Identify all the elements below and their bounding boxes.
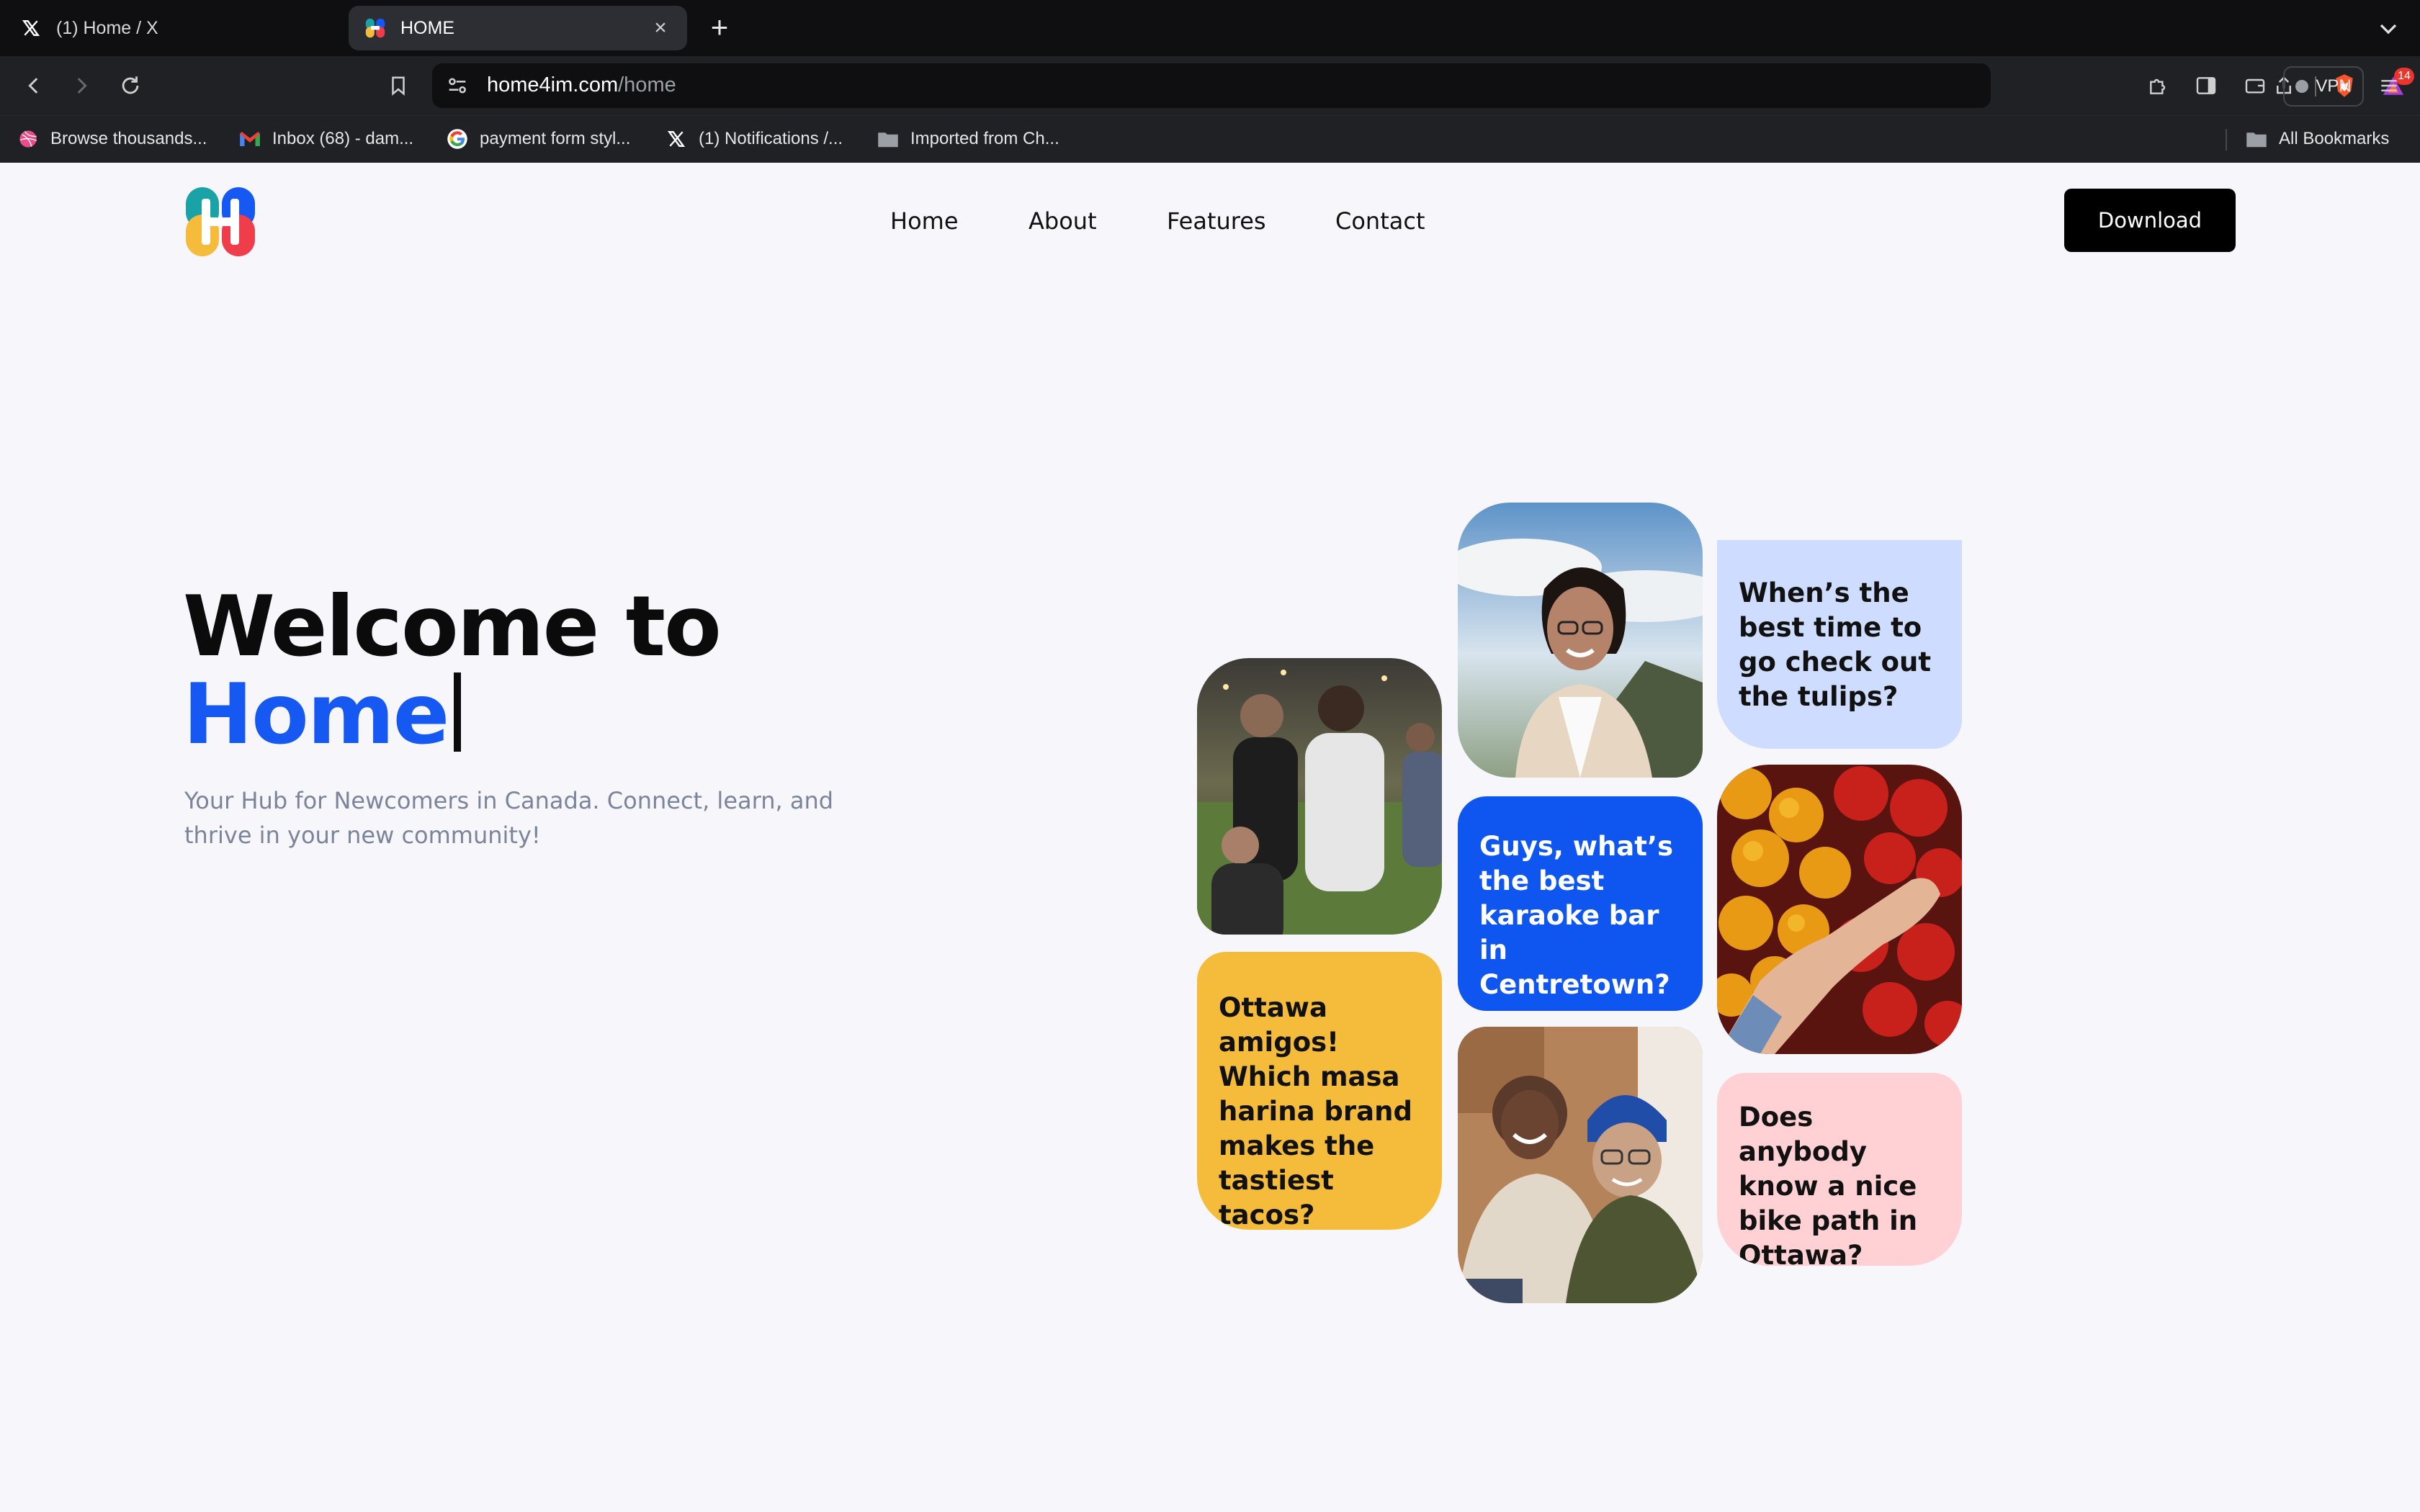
gmail-icon <box>239 128 261 150</box>
nav-home[interactable]: Home <box>890 207 959 235</box>
tab-x-home[interactable]: (1) Home / X <box>4 6 343 50</box>
group-of-friends-photo <box>1197 658 1442 935</box>
close-tab-icon[interactable]: × <box>648 16 673 40</box>
typing-cursor <box>454 672 462 752</box>
all-bookmarks-label: All Bookmarks <box>2279 129 2390 148</box>
bookmark-label: Browse thousands... <box>50 129 207 148</box>
hero-title-line1: Welcome to <box>183 578 722 675</box>
x-logo-icon <box>20 17 42 39</box>
vpn-status-icon <box>2295 80 2309 93</box>
bookmark-item[interactable]: Inbox (68) - dam... <box>239 126 413 152</box>
bookmark-folder[interactable]: Imported from Ch... <box>877 126 1059 152</box>
extensions-icon[interactable] <box>2142 69 2175 102</box>
card-tulips-question[interactable]: When’s the best time to go check out the… <box>1717 540 1962 749</box>
bookmark-label: (1) Notifications /... <box>699 129 843 148</box>
tab-home4im[interactable]: HOME × <box>349 6 687 50</box>
bookmark-item[interactable]: Browse thousands... <box>17 126 207 152</box>
card-karaoke-text: Guys, what’s the best karaoke bar in Cen… <box>1479 831 1674 1000</box>
webpage: Home About Features Contact Download Wel… <box>0 163 2420 1512</box>
folder-icon <box>877 128 899 150</box>
back-icon[interactable] <box>17 69 50 102</box>
bookmark-item[interactable]: payment form styl... <box>447 126 630 152</box>
home4im-favicon-icon <box>364 17 386 39</box>
download-button[interactable]: Download <box>2064 189 2236 252</box>
menu-icon[interactable] <box>2372 69 2406 102</box>
browser-toolbar: home4im.com/home 14 VPN <box>0 56 2420 115</box>
card-karaoke-question[interactable]: Guys, what’s the best karaoke bar in Cen… <box>1458 796 1703 1011</box>
nav-contact[interactable]: Contact <box>1335 207 1425 235</box>
bookmark-label: Imported from Ch... <box>910 129 1059 148</box>
tab-title: HOME <box>400 17 454 38</box>
hero-subtitle: Your Hub for Newcomers in Canada. Connec… <box>184 787 834 849</box>
nav-about[interactable]: About <box>1028 207 1097 235</box>
peppers-photo <box>1717 765 1962 1054</box>
bookmark-item[interactable]: (1) Notifications /... <box>666 126 843 152</box>
smiling-woman-photo <box>1458 503 1703 778</box>
google-icon <box>447 128 468 150</box>
bookmark-label: Inbox (68) - dam... <box>272 129 414 148</box>
x-logo-icon <box>666 128 687 150</box>
card-bike-question[interactable]: Does anybody know a nice bike path in Ot… <box>1717 1073 1962 1266</box>
tab-title: (1) Home / X <box>56 17 158 38</box>
bookmark-label: payment form styl... <box>480 129 631 148</box>
sidebar-icon[interactable] <box>2190 69 2223 102</box>
vpn-button[interactable]: VPN <box>2283 66 2364 107</box>
reload-icon[interactable] <box>114 69 147 102</box>
vpn-label: VPN <box>2316 76 2352 96</box>
bookmarks-bar: Browse thousands... Inbox (68) - dam... … <box>0 115 2420 163</box>
address-bar[interactable]: home4im.com/home 14 <box>432 63 2414 108</box>
dribbble-icon <box>17 128 39 150</box>
laughing-friends-photo <box>1458 1027 1703 1303</box>
all-bookmarks-folder[interactable]: All Bookmarks <box>2246 126 2389 152</box>
card-masa-question[interactable]: Ottawa amigos! Which masa harina brand m… <box>1197 952 1442 1230</box>
wallet-icon[interactable] <box>2238 69 2272 102</box>
hero-title-line2: Home <box>183 666 449 763</box>
card-tulips-text: When’s the best time to go check out the… <box>1739 577 1932 712</box>
card-masa-text: Ottawa amigos! Which masa harina brand m… <box>1219 992 1412 1230</box>
forward-icon[interactable] <box>65 69 98 102</box>
nav-features[interactable]: Features <box>1167 207 1266 235</box>
bookmark-icon[interactable] <box>382 69 415 102</box>
site-settings-icon[interactable] <box>445 73 470 98</box>
browser-tab-bar: (1) Home / X HOME × + <box>0 0 2420 56</box>
hero-title: Welcome to Home <box>183 583 722 763</box>
new-tab-button[interactable]: + <box>703 12 736 45</box>
tab-search-chevron-icon[interactable] <box>2374 14 2403 43</box>
home4im-logo[interactable] <box>184 186 256 258</box>
url-text: home4im.com/home <box>487 73 676 96</box>
card-bike-text: Does anybody know a nice bike path in Ot… <box>1739 1102 1918 1266</box>
folder-icon <box>2246 128 2267 150</box>
